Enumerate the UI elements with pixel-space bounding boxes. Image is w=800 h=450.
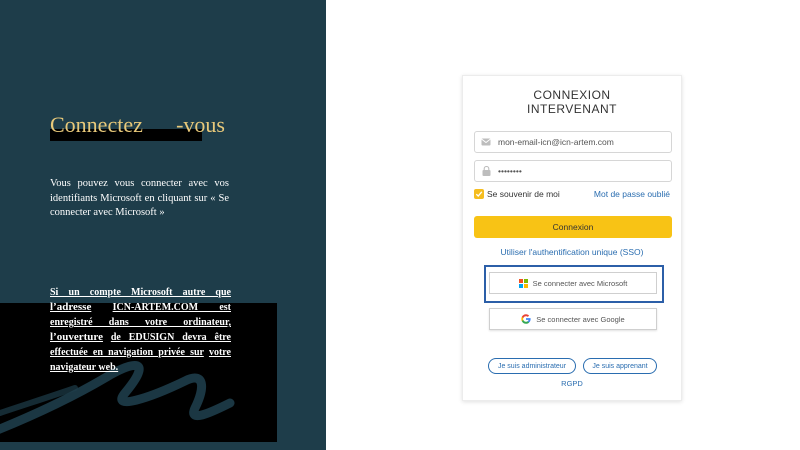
intro-text: Vous pouvez vous connecter avec vos iden… <box>50 178 229 218</box>
microsoft-logo-icon <box>518 278 528 288</box>
warning-line-4b: de EDUSIGN devra être <box>110 332 231 343</box>
google-login-button[interactable]: Se connecter avec Google <box>489 308 657 330</box>
google-login-label: Se connecter avec Google <box>536 314 625 324</box>
password-field[interactable] <box>474 160 672 182</box>
card-title-line-2: INTERVENANT <box>527 102 617 116</box>
warning-line-3: enregistré dans votre ordinateur, <box>50 317 231 328</box>
warning-line-4a: l’ouverture <box>50 331 103 343</box>
admin-button[interactable]: Je suis administrateur <box>488 358 576 374</box>
warning-text: Si un compte Microsoft autre que l’adres… <box>50 285 231 375</box>
rgpd-link[interactable]: RGPD <box>463 379 681 388</box>
email-field[interactable] <box>474 131 672 153</box>
remember-me[interactable]: Se souvenir de moi <box>474 189 560 199</box>
microsoft-login-button[interactable]: Se connecter avec Microsoft <box>489 272 657 294</box>
password-input[interactable] <box>498 166 668 176</box>
google-logo-icon <box>521 314 531 324</box>
checkbox-checked-icon[interactable] <box>474 189 484 199</box>
warning-line-5: effectuée en navigation privée sur <box>50 347 204 358</box>
warning-line-1: Si un compte Microsoft autre que <box>50 287 231 298</box>
card-title-line-1: CONNEXION <box>533 88 611 102</box>
warning-line-2a: l’adresse <box>50 301 92 313</box>
email-input[interactable] <box>498 137 668 147</box>
forgot-password-link[interactable]: Mot de passe oublié <box>594 189 670 199</box>
warning-line-2b: ICN-ARTEM.COM est <box>112 302 231 313</box>
microsoft-login-label: Se connecter avec Microsoft <box>532 278 628 288</box>
learner-button[interactable]: Je suis apprenant <box>583 358 657 374</box>
left-info-panel: Connectez -vous Vous pouvez vous connect… <box>0 0 326 450</box>
login-button[interactable]: Connexion <box>474 216 672 238</box>
remember-me-label: Se souvenir de moi <box>487 189 560 199</box>
heading-part-1: Connectez <box>50 112 143 137</box>
login-card: CONNEXION INTERVENANT Se souvenir de moi… <box>462 75 682 401</box>
heading-part-2: -vous <box>176 112 225 137</box>
lock-icon <box>481 166 491 176</box>
sso-link[interactable]: Utiliser l'authentification unique (SSO) <box>463 247 681 257</box>
envelope-icon <box>481 137 491 147</box>
page-heading: Connectez -vous <box>50 112 225 142</box>
